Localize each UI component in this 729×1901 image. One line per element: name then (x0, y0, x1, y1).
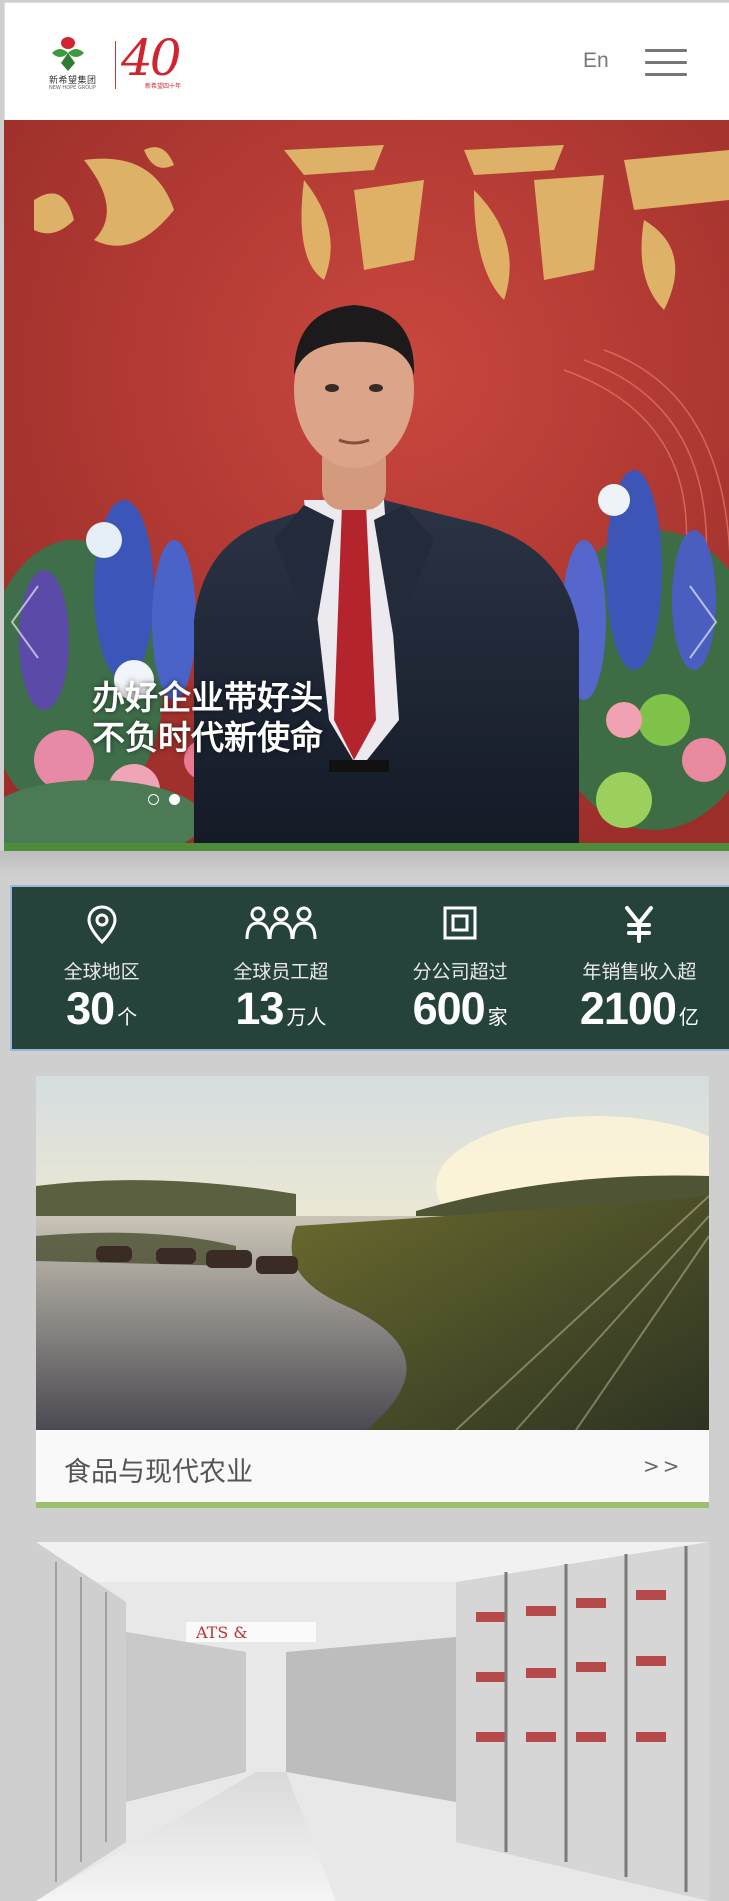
stat-value: 30 个 (12, 983, 191, 1035)
building-icon (443, 906, 477, 940)
stat-label: 全球员工超 (233, 961, 329, 983)
stat-revenue: 年销售收入超 2100 亿 (550, 887, 729, 1049)
stat-label: 年销售收入超 (582, 961, 697, 983)
menu-line-icon (645, 61, 687, 64)
store-sign-text: ATS & (195, 1623, 248, 1642)
carousel-next-arrow[interactable] (684, 582, 724, 662)
stat-label: 分公司超过 (412, 961, 508, 983)
chevron-left-icon (10, 585, 39, 659)
more-arrow-icon[interactable]: >> (643, 1454, 683, 1478)
section-separator (0, 851, 729, 875)
hero-caption-line: 办好企业带好头 (92, 678, 323, 717)
stat-value: 2100 亿 (550, 983, 729, 1035)
stats-panel: 全球地区 30 个 全球员工超 13 万人 分公司超过 600 家 年销售收入超… (10, 885, 729, 1051)
stat-value: 13 万人 (191, 983, 370, 1035)
card-accent-bar (36, 1502, 709, 1508)
carousel-dot-active[interactable] (169, 794, 180, 805)
hero-carousel[interactable]: 办好企业带好头 不负时代新使命 (4, 120, 729, 843)
stat-number: 13 (235, 983, 284, 1034)
hamburger-menu-button[interactable] (645, 49, 687, 77)
logo-subtext: NEW HOPE GROUP (49, 85, 96, 91)
stat-value: 600 家 (371, 983, 550, 1035)
language-switch-link[interactable]: En (583, 49, 609, 73)
stat-employees: 全球员工超 13 万人 (191, 887, 370, 1049)
menu-line-icon (645, 73, 687, 76)
stat-regions: 全球地区 30 个 (12, 887, 191, 1049)
carousel-dot[interactable] (148, 794, 159, 805)
anniversary-subtext: 新希望四十年 (145, 83, 182, 90)
yen-icon (625, 906, 654, 943)
people-icon (245, 906, 317, 940)
menu-line-icon (645, 49, 687, 52)
stat-number: 30 (66, 983, 115, 1034)
stat-number: 2100 (579, 983, 677, 1034)
stat-unit: 万人 (286, 1005, 327, 1029)
stat-unit: 亿 (678, 1005, 699, 1029)
stat-number: 600 (412, 983, 486, 1034)
site-header: 新希望集团 NEW HOPE GROUP 40 新希望四十年 En (4, 2, 729, 120)
new-hope-logo-icon (52, 37, 84, 71)
landscape-photo (36, 1076, 709, 1430)
card-image: ATS & (36, 1542, 709, 1901)
business-card-food-agriculture[interactable]: 食品与现代农业 >> (36, 1076, 709, 1508)
carousel-prev-arrow[interactable] (4, 582, 44, 662)
chevron-right-icon (689, 585, 718, 659)
anniversary-number: 40 (121, 29, 182, 87)
stat-unit: 个 (117, 1005, 138, 1029)
hero-caption: 办好企业带好头 不负时代新使命 (92, 678, 323, 758)
card-image (36, 1076, 709, 1430)
card-title: 食品与现代农业 (64, 1457, 253, 1488)
business-card-retail[interactable]: ATS & (36, 1542, 709, 1901)
logo-divider (115, 41, 116, 89)
stat-label: 全球地区 (63, 961, 140, 983)
supermarket-aisle-photo: ATS & (36, 1542, 709, 1901)
stat-subsidiaries: 分公司超过 600 家 (371, 887, 550, 1049)
hero-caption-line: 不负时代新使命 (92, 718, 323, 757)
location-pin-icon (87, 905, 117, 945)
banner-accent-bar (4, 843, 729, 851)
card-footer-link[interactable]: 食品与现代农业 >> (36, 1430, 709, 1502)
carousel-pagination (148, 794, 180, 805)
stat-unit: 家 (487, 1005, 508, 1029)
brand-logo[interactable]: 新希望集团 NEW HOPE GROUP 40 新希望四十年 (45, 33, 185, 95)
